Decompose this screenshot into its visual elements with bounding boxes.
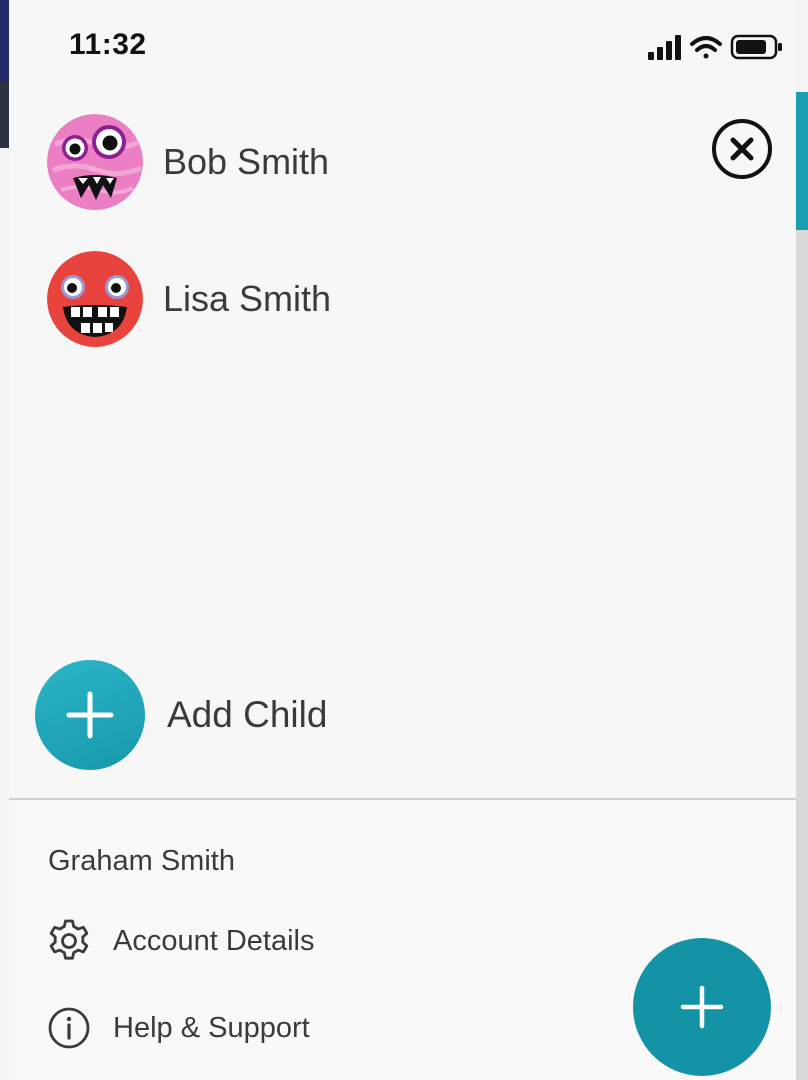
help-support-menu-item[interactable]: Help & Support	[45, 1004, 310, 1052]
menu-item-label: Account Details	[113, 924, 315, 957]
floating-add-button[interactable]	[633, 938, 771, 1076]
close-icon	[712, 119, 772, 179]
side-drawer: 11:32 Bob Smith Lisa Smith Add Child Gra…	[9, 0, 796, 1080]
account-details-menu-item[interactable]: Account Details	[45, 917, 315, 965]
status-bar: 11:32	[9, 0, 796, 90]
pink-monster-avatar	[47, 114, 143, 210]
child-item-bob-smith[interactable]: Bob Smith	[47, 112, 329, 212]
wifi-icon	[690, 36, 722, 59]
status-icons	[646, 32, 786, 67]
add-child-label: Add Child	[167, 694, 328, 735]
child-name: Bob Smith	[163, 141, 330, 182]
user-name: Graham Smith	[48, 845, 235, 877]
menu-item-label: Help & Support	[113, 1011, 310, 1044]
gear-icon	[49, 919, 89, 960]
red-monster-avatar	[47, 251, 143, 347]
add-child-circle	[35, 660, 145, 770]
close-button[interactable]	[710, 117, 774, 181]
cellular-signal-icon	[648, 35, 681, 60]
info-icon	[48, 1007, 90, 1049]
background-edge-top	[0, 0, 9, 82]
plus-icon	[680, 985, 724, 1029]
add-child-button[interactable]: Add Child	[35, 660, 327, 770]
battery-icon	[730, 34, 782, 60]
scroll-thumb	[796, 92, 808, 230]
child-item-lisa-smith[interactable]: Lisa Smith	[47, 249, 331, 349]
child-name: Lisa Smith	[163, 278, 332, 319]
status-time: 11:32	[69, 28, 147, 61]
background-scroll-edge	[796, 92, 808, 1080]
plus-icon	[66, 691, 114, 739]
